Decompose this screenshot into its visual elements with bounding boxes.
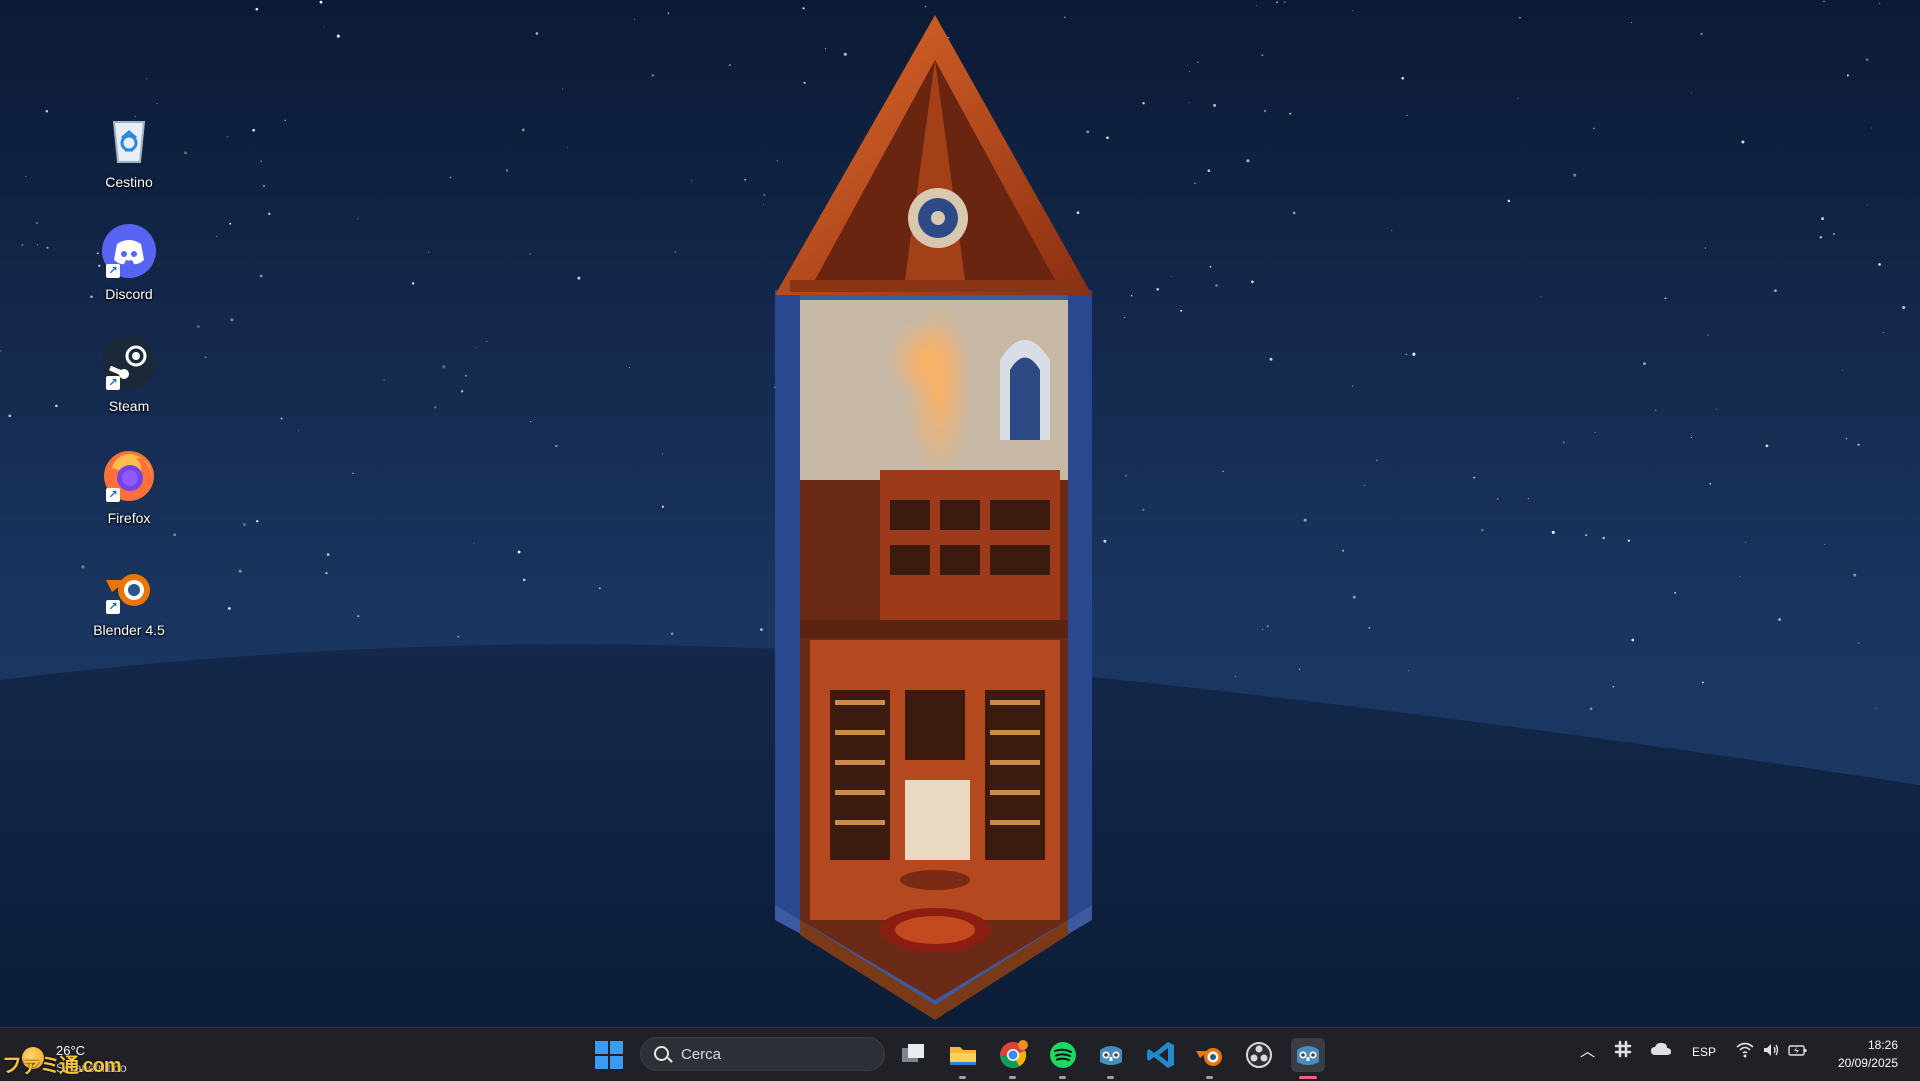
firefox-icon: ↗ <box>100 446 158 504</box>
show-hidden-icons-chevron-icon[interactable]: ︿ <box>1580 1040 1595 1061</box>
taskbar-app-godot-active[interactable] <box>1291 1038 1325 1079</box>
taskbar-app-godot[interactable] <box>1094 1038 1128 1079</box>
taskbar-app-obs[interactable] <box>1242 1038 1276 1072</box>
shortcut-arrow-icon: ↗ <box>106 376 120 390</box>
taskbar-app-blender[interactable] <box>1193 1038 1227 1079</box>
running-indicator <box>1107 1076 1114 1079</box>
desktop-icon-label: Firefox <box>107 510 151 526</box>
desktop-icon-label: Cestino <box>105 174 153 190</box>
spotify-icon <box>1050 1042 1076 1068</box>
volume-icon[interactable] <box>1762 1042 1780 1061</box>
steam-icon: ↗ <box>100 334 158 392</box>
start-button[interactable] <box>594 1040 624 1070</box>
taskbar-app-task-view[interactable] <box>896 1038 930 1072</box>
taskbar-clock[interactable]: 18:26 20/09/2025 <box>1838 1036 1898 1072</box>
discord-icon: ↗ <box>100 222 158 280</box>
running-indicator <box>1059 1076 1066 1079</box>
vscode-icon <box>1147 1042 1174 1068</box>
taskbar-search-box[interactable]: Cerca <box>640 1037 885 1071</box>
shortcut-arrow-icon: ↗ <box>106 600 120 614</box>
desktop-wallpaper <box>0 0 1920 1027</box>
shortcut-arrow-icon: ↗ <box>106 488 120 502</box>
desktop-icon-blender[interactable]: ↗ Blender 4.5 <box>93 558 165 658</box>
desktop-icon-firefox[interactable]: ↗ Firefox <box>96 446 162 546</box>
chrome-icon <box>999 1040 1028 1069</box>
desktop-icon-steam[interactable]: ↗ Steam <box>96 334 162 434</box>
running-indicator <box>1206 1076 1213 1079</box>
clock-time: 18:26 <box>1867 1038 1898 1052</box>
task-view-icon <box>902 1044 924 1062</box>
running-indicator <box>1009 1076 1016 1079</box>
onedrive-cloud-icon[interactable] <box>1650 1040 1672 1061</box>
desktop-icon-label: Steam <box>108 398 150 414</box>
taskbar-app-spotify[interactable] <box>1046 1038 1080 1079</box>
desktop-icon-discord[interactable]: ↗ Discord <box>96 222 162 322</box>
blender-icon: ↗ <box>100 558 158 616</box>
godot-icon <box>1100 1046 1122 1065</box>
desktop-icon-recycle-bin[interactable]: Cestino <box>96 110 162 210</box>
input-language-indicator[interactable]: ESP <box>1692 1045 1716 1059</box>
running-indicator <box>959 1076 966 1079</box>
desktop-icon-label: Blender 4.5 <box>93 622 165 638</box>
active-indicator <box>1299 1076 1317 1079</box>
folder-icon <box>950 1047 976 1065</box>
desktop-icon-label: Discord <box>105 286 153 302</box>
obs-icon <box>1246 1042 1272 1068</box>
wifi-icon[interactable] <box>1736 1042 1754 1061</box>
blender-icon <box>1196 1048 1222 1066</box>
search-icon <box>654 1046 669 1061</box>
taskbar-app-chrome[interactable] <box>996 1038 1030 1079</box>
search-placeholder: Cerca <box>681 1046 722 1063</box>
taskbar: 26°C Sereno/nitido Cerca ︿ ESP 18:26 20/… <box>0 1027 1920 1081</box>
godot-icon <box>1297 1046 1319 1065</box>
windows-logo-icon <box>595 1041 608 1054</box>
taskbar-app-file-explorer[interactable] <box>946 1038 980 1079</box>
taskbar-app-vscode[interactable] <box>1144 1038 1178 1072</box>
shortcut-arrow-icon: ↗ <box>106 264 120 278</box>
watermark-logo: ファミ通.com <box>2 1055 122 1077</box>
clock-date: 20/09/2025 <box>1837 1056 1898 1070</box>
recycle-bin-icon <box>100 110 158 168</box>
battery-power-icon[interactable] <box>1788 1042 1808 1061</box>
slack-icon[interactable] <box>1614 1040 1632 1061</box>
